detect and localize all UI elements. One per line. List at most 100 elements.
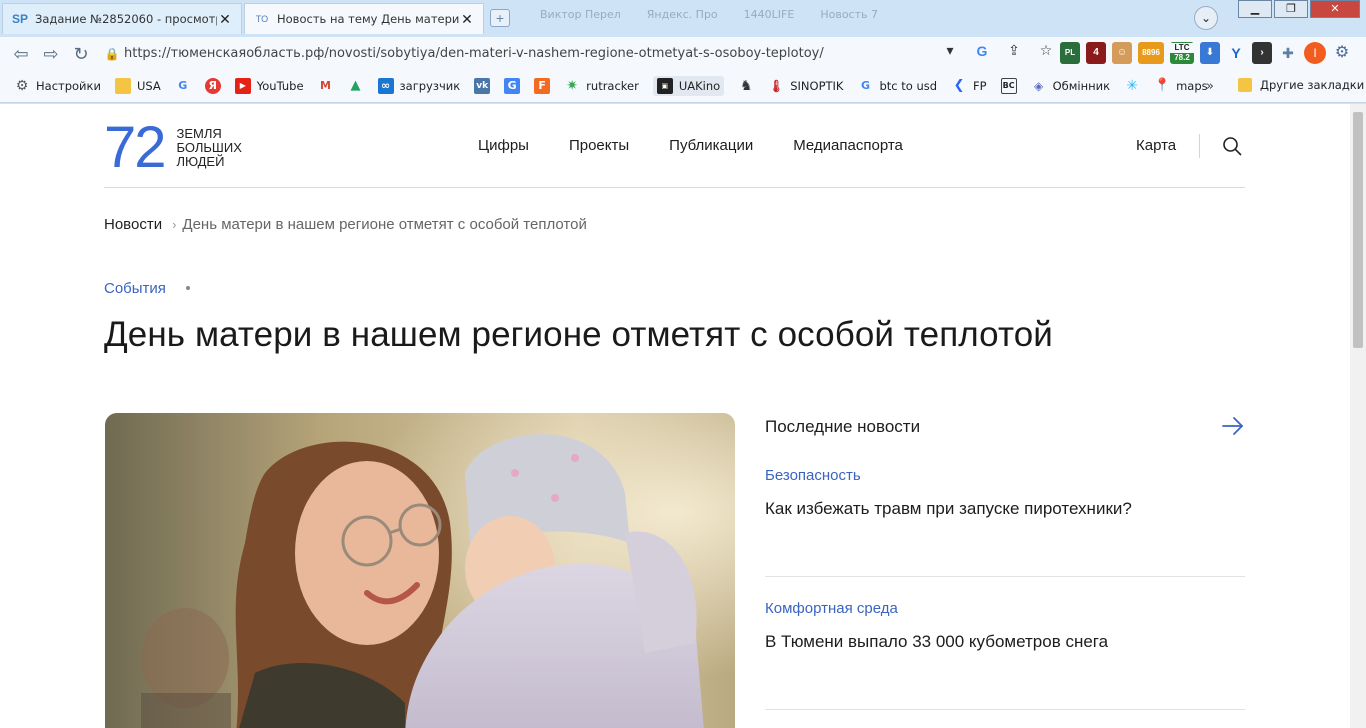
news-category[interactable]: Безопасность xyxy=(765,467,1245,484)
chevron-right-icon: › xyxy=(172,217,177,232)
bookmark-item[interactable]: ▲ xyxy=(348,78,370,94)
ltc-value: 78.2 xyxy=(1174,53,1190,62)
ghost-tab[interactable]: Виктор Перел xyxy=(540,8,621,21)
minimize-icon[interactable]: ▁ xyxy=(1238,0,1272,18)
news-category[interactable]: Комфортная среда xyxy=(765,600,1245,617)
bookmark-label: FP xyxy=(973,79,987,93)
header-divider xyxy=(104,187,1245,188)
bookmark-item[interactable]: ❮ FP xyxy=(951,78,987,94)
bookmark-item[interactable]: ◈ Обмінник xyxy=(1031,78,1110,94)
folder-icon xyxy=(1238,78,1252,92)
share-icon[interactable]: ⇪ xyxy=(1004,42,1024,59)
bookmark-item[interactable]: ⚙ Настройки xyxy=(14,78,101,94)
tab-task[interactable]: SP Задание №2852060 - просмотр з ✕ xyxy=(2,3,242,34)
rutracker-icon: ✷ xyxy=(566,78,579,94)
tab-news[interactable]: TO Новость на тему День матери в н ✕ xyxy=(244,3,484,34)
new-tab-button[interactable]: + xyxy=(490,9,510,27)
lock-icon[interactable]: 🔒 xyxy=(100,47,124,61)
profile-avatar[interactable]: I xyxy=(1304,42,1326,64)
close-window-icon[interactable]: ✕ xyxy=(1310,0,1360,18)
infinity-icon: ∞ xyxy=(377,78,394,94)
dropdown-icon[interactable]: ▾ xyxy=(940,42,960,59)
google-icon: G xyxy=(178,79,188,92)
window-controls: ▁ ❐ ✕ xyxy=(1238,0,1360,18)
forward-arrow-icon[interactable]: ⇨ xyxy=(40,43,62,65)
back-arrow-icon[interactable]: ⇦ xyxy=(10,43,32,65)
globe-pl-extension[interactable]: PL xyxy=(1060,42,1080,64)
bookmark-label: maps xyxy=(1176,79,1208,93)
nav-item-projects[interactable]: Проекты xyxy=(569,137,629,154)
ghost-tab[interactable]: 1440LIFE xyxy=(744,8,795,21)
ltc-label: LTC xyxy=(1170,43,1194,53)
bookmark-item[interactable]: ♞ xyxy=(738,78,760,94)
bookmark-label: UAKino xyxy=(678,79,721,93)
extensions-bar: PL 4 ☺ 8896 LTC 78.2 ⬇ Y › ✚ I ⚙ xyxy=(1060,42,1352,64)
f-icon: F xyxy=(534,78,551,94)
logo-number: 72 xyxy=(104,115,166,180)
nav-item-map[interactable]: Карта xyxy=(1136,137,1176,154)
list-item[interactable]: Безопасность Как избежать травм при запу… xyxy=(765,467,1245,519)
bookmark-item[interactable]: 🌡 SINOPTIK xyxy=(768,78,844,94)
page-scrollbar[interactable] xyxy=(1350,104,1366,728)
bookmark-item[interactable]: M xyxy=(318,78,340,94)
article-category[interactable]: События xyxy=(104,280,166,297)
tab-search-chevron-icon[interactable]: ⌄ xyxy=(1194,6,1218,30)
nav-item-publications[interactable]: Публикации xyxy=(669,137,753,154)
close-icon[interactable]: ✕ xyxy=(459,11,475,28)
ghost-tab[interactable]: Яндекс. Про xyxy=(647,8,718,21)
bookmark-item[interactable]: F xyxy=(534,78,556,94)
bookmark-item[interactable]: Gbtc to usd xyxy=(857,78,937,94)
bookmark-item[interactable]: ∞ загрузчик xyxy=(377,78,460,94)
bookmark-item[interactable]: vk xyxy=(474,78,496,94)
y-extension[interactable]: Y xyxy=(1226,42,1246,64)
ublock-extension[interactable]: 4 xyxy=(1086,42,1106,64)
search-icon[interactable] xyxy=(1222,136,1242,156)
bitcoin-extension[interactable]: 8896 xyxy=(1138,42,1164,64)
ghost-tab[interactable]: Новость 7 xyxy=(820,8,878,21)
drive-icon: ▲ xyxy=(350,78,361,93)
bookmark-item[interactable]: ▶ YouTube xyxy=(234,78,304,94)
bookmarks-overflow-button[interactable]: » xyxy=(1206,79,1214,94)
bookmark-label: YouTube xyxy=(256,79,304,93)
arrow-right-icon[interactable] xyxy=(1221,415,1245,437)
bookmark-label: SINOPTIK xyxy=(790,79,844,93)
restore-icon[interactable]: ❐ xyxy=(1274,0,1308,18)
news-divider xyxy=(765,709,1245,710)
breadcrumb: Новости › День матери в нашем регионе от… xyxy=(104,216,587,233)
list-item[interactable]: Комфортная среда В Тюмени выпало 33 000 … xyxy=(765,600,1245,652)
bookmark-item[interactable]: Я xyxy=(204,78,227,94)
bookmark-item[interactable]: G xyxy=(175,78,197,94)
face-extension[interactable]: ☺ xyxy=(1112,42,1132,64)
bookmark-item[interactable]: 📍 maps xyxy=(1154,78,1208,94)
bookmark-item[interactable]: USA xyxy=(114,78,161,94)
bookmark-item[interactable]: ✳ xyxy=(1124,78,1146,94)
other-bookmarks-folder[interactable]: Другие закладки xyxy=(1238,78,1364,92)
bookmark-item[interactable]: BC xyxy=(1000,78,1023,94)
ltc-extension[interactable]: LTC 78.2 xyxy=(1170,42,1194,64)
news-title[interactable]: В Тюмени выпало 33 000 кубометров снега xyxy=(765,632,1245,652)
bookmark-item[interactable]: G xyxy=(504,78,526,94)
bookmark-label: Обмінник xyxy=(1052,79,1111,93)
news-title[interactable]: Как избежать травм при запуске пиротехни… xyxy=(765,499,1245,519)
breadcrumb-home[interactable]: Новости xyxy=(104,216,162,233)
bookmark-item[interactable]: ✷ rutracker xyxy=(564,78,639,94)
bookmark-item[interactable]: ▣ UAKino xyxy=(652,76,725,96)
download-extension[interactable]: ⬇ xyxy=(1200,42,1220,64)
puzzle-extension[interactable]: ✚ xyxy=(1278,42,1298,64)
scrollbar-thumb[interactable] xyxy=(1353,112,1363,348)
nav-item-mediapassports[interactable]: Медиапаспорта xyxy=(793,137,903,154)
terminal-extension[interactable]: › xyxy=(1252,42,1272,64)
logo-line: БОЛЬШИХ xyxy=(176,140,242,155)
star-icon[interactable]: ☆ xyxy=(1036,42,1056,59)
nav-item-numbers[interactable]: Цифры xyxy=(478,137,529,154)
close-icon[interactable]: ✕ xyxy=(217,11,233,28)
reload-icon[interactable]: ↻ xyxy=(70,43,92,65)
bookmarks-bar: ⚙ Настройки USA G Я ▶ YouTube M ▲ ∞ загрузч… xyxy=(0,70,1366,103)
web-page: 72 ЗЕМЛЯ БОЛЬШИХ ЛЮДЕЙ Цифры Проекты Пуб… xyxy=(0,104,1350,728)
tab-title: Задание №2852060 - просмотр з xyxy=(35,12,217,26)
url-input[interactable]: 🔒 https://тюменскаяобласть.рф/novosti/so… xyxy=(100,40,958,67)
settings-gear-icon[interactable]: ⚙ xyxy=(1332,42,1352,64)
site-logo[interactable]: 72 ЗЕМЛЯ БОЛЬШИХ ЛЮДЕЙ xyxy=(104,118,242,178)
google-translate-icon[interactable]: G xyxy=(972,43,992,59)
meta-dot xyxy=(186,286,190,290)
